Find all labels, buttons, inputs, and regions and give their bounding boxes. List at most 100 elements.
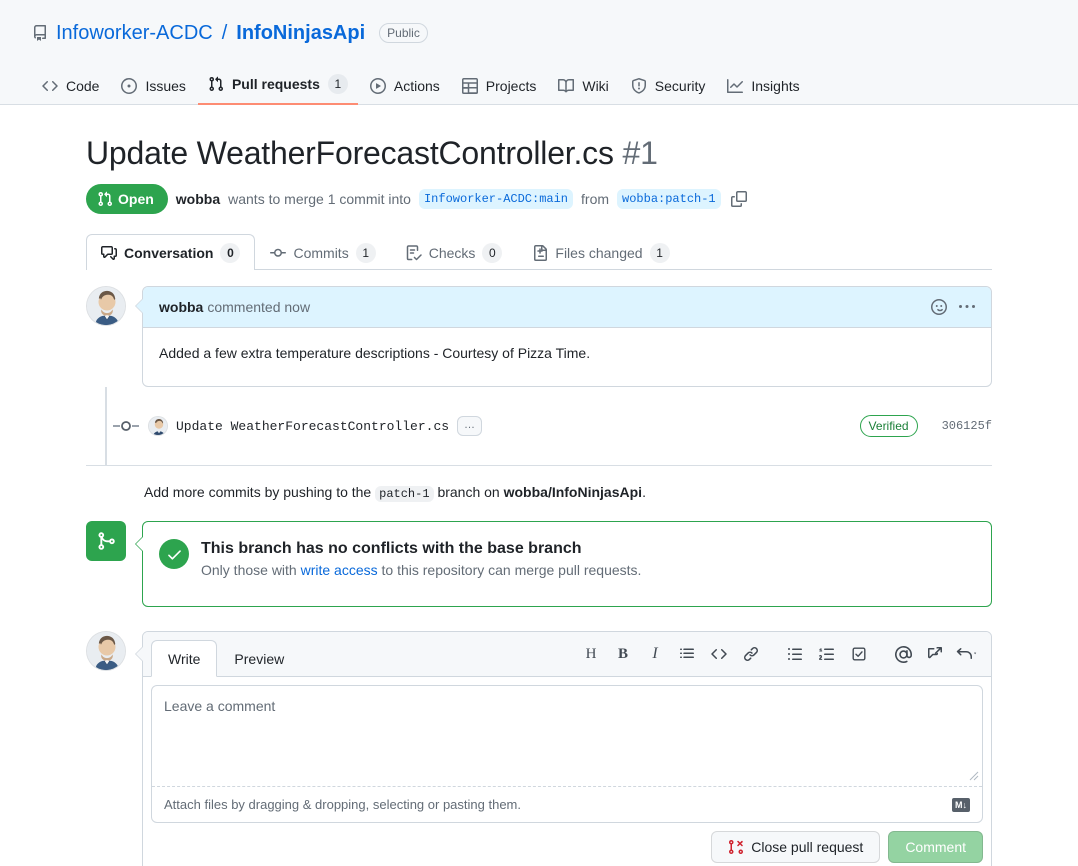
- task-list-icon[interactable]: [843, 640, 875, 668]
- link-icon[interactable]: [735, 640, 767, 668]
- heading-icon[interactable]: H: [575, 640, 607, 668]
- merge-status-section: This branch has no conflicts with the ba…: [86, 521, 992, 607]
- comment-header-actions: [931, 299, 975, 315]
- saved-reply-icon[interactable]: [951, 640, 983, 668]
- merge-status-subtitle: Only those with write access to this rep…: [201, 562, 641, 578]
- pr-title-section: Update WeatherForecastController.cs #1: [86, 105, 992, 173]
- tab-checks[interactable]: Checks 0: [391, 234, 518, 270]
- comment-button[interactable]: Comment: [888, 831, 983, 863]
- hint-suffix: .: [642, 484, 646, 500]
- nav-item-pull-requests[interactable]: Pull requests 1: [197, 67, 358, 105]
- code-icon[interactable]: [703, 640, 735, 668]
- cross-reference-icon[interactable]: [919, 640, 951, 668]
- verified-badge[interactable]: Verified: [859, 415, 918, 437]
- comment-textarea-container: Leave a comment Attach files by dragging…: [151, 685, 983, 823]
- graph-icon: [727, 78, 744, 94]
- repo-header: Infoworker-ACDC / InfoNinjasApi Public C…: [0, 0, 1078, 105]
- commit-right-meta: Verified 306125f: [859, 415, 992, 437]
- nav-item-security[interactable]: Security: [621, 71, 716, 105]
- close-pull-request-label: Close pull request: [751, 839, 864, 855]
- commit-message-link[interactable]: Update WeatherForecastController.cs: [176, 419, 449, 434]
- git-pull-request-icon: [208, 76, 224, 92]
- nav-counter: 1: [327, 74, 348, 94]
- page-title: Update WeatherForecastController.cs #1: [86, 133, 992, 173]
- tab-label: Conversation: [124, 244, 214, 261]
- commit-row: Update WeatherForecastController.cs … Ve…: [106, 401, 992, 451]
- tab-commits[interactable]: Commits 1: [255, 234, 390, 270]
- unordered-list-icon[interactable]: [779, 640, 811, 668]
- merge-phrase-1: wants to merge 1 commit into: [228, 191, 411, 207]
- nav-label: Insights: [751, 78, 800, 94]
- repo-owner-link[interactable]: Infoworker-ACDC: [56, 21, 213, 45]
- comment-form-card: Write Preview H B I Leave a comment Atta…: [135, 631, 992, 866]
- ordered-list-icon[interactable]: [811, 640, 843, 668]
- copy-icon[interactable]: [730, 191, 747, 207]
- comment-header: wobba commented now: [143, 287, 991, 328]
- pr-meta: Open wobba wants to merge 1 commit into …: [86, 184, 992, 214]
- book-icon: [558, 78, 575, 94]
- nav-item-issues[interactable]: Issues: [111, 71, 195, 105]
- bold-icon[interactable]: B: [607, 640, 639, 668]
- resize-handle[interactable]: [969, 771, 979, 784]
- nav-label: Security: [654, 78, 706, 94]
- quote-icon[interactable]: [671, 640, 703, 668]
- comment-discussion-icon: [101, 245, 117, 261]
- issue-opened-icon: [121, 78, 138, 94]
- tab-label: Commits: [293, 244, 349, 261]
- head-branch-pill[interactable]: wobba:patch-1: [617, 189, 721, 209]
- mention-icon[interactable]: [887, 640, 919, 668]
- attach-files-bar[interactable]: Attach files by dragging & dropping, sel…: [152, 786, 982, 822]
- tab-preview[interactable]: Preview: [217, 640, 301, 677]
- shield-icon: [631, 78, 647, 94]
- hint-branch: patch-1: [375, 486, 434, 502]
- repo-navigation: Code Issues Pull requests 1 Actions Proj…: [0, 56, 810, 105]
- close-pull-request-button[interactable]: Close pull request: [711, 831, 881, 863]
- base-branch-pill[interactable]: Infoworker-ACDC:main: [418, 189, 574, 209]
- pr-author[interactable]: wobba: [176, 191, 220, 207]
- merge-sub-suffix: to this repository can merge pull reques…: [381, 561, 642, 578]
- avatar[interactable]: [86, 631, 126, 671]
- write-access-link[interactable]: write access: [301, 562, 378, 578]
- git-commit-icon: [270, 245, 287, 261]
- git-pull-request-icon: [97, 191, 113, 207]
- nav-label: Wiki: [582, 78, 609, 94]
- git-pull-request-closed-icon: [728, 839, 744, 855]
- comment-row: wobba commented now Added a few extra te…: [86, 286, 992, 387]
- comment-body: Added a few extra temperature descriptio…: [159, 345, 591, 361]
- check-icon: [159, 539, 189, 569]
- play-icon: [369, 78, 386, 94]
- pull-request-page: Infoworker-ACDC / InfoNinjasApi Public C…: [0, 0, 1078, 866]
- nav-item-code[interactable]: Code: [32, 71, 109, 105]
- commit-author-avatar[interactable]: [148, 416, 168, 436]
- tab-write[interactable]: Write: [151, 640, 218, 677]
- nav-label: Actions: [393, 78, 440, 94]
- nav-item-projects[interactable]: Projects: [452, 71, 547, 105]
- markdown-icon[interactable]: M↓: [952, 797, 970, 812]
- nav-item-actions[interactable]: Actions: [360, 71, 450, 105]
- italic-icon[interactable]: I: [639, 640, 671, 668]
- comment-author[interactable]: wobba: [159, 299, 203, 315]
- tab-files-changed[interactable]: Files changed 1: [517, 234, 684, 270]
- avatar[interactable]: [86, 286, 126, 326]
- markdown-toolbar: H B I: [575, 640, 983, 676]
- nav-item-insights[interactable]: Insights: [717, 71, 809, 105]
- repo-name-link[interactable]: InfoNinjasApi: [236, 21, 365, 45]
- tab-counter: 1: [649, 242, 670, 263]
- code-icon: [42, 78, 58, 94]
- add-more-commits-hint: Add more commits by pushing to the patch…: [86, 465, 992, 502]
- tab-conversation[interactable]: Conversation 0: [86, 234, 256, 270]
- comment-timestamp: commented now: [207, 299, 311, 315]
- comment-textarea[interactable]: Leave a comment: [152, 686, 982, 786]
- breadcrumb: Infoworker-ACDC / InfoNinjasApi Public: [0, 16, 1078, 50]
- hint-middle: branch on: [437, 484, 500, 500]
- commit-sha[interactable]: 306125f: [942, 419, 992, 433]
- nav-label: Issues: [145, 78, 186, 94]
- commit-expand-button[interactable]: …: [457, 416, 483, 436]
- tab-counter: 0: [482, 242, 503, 263]
- smiley-icon[interactable]: [931, 299, 947, 315]
- nav-label: Pull requests: [231, 76, 320, 92]
- merge-status-row: This branch has no conflicts with the ba…: [159, 538, 975, 578]
- kebab-horizontal-icon[interactable]: [959, 299, 975, 315]
- repo-icon: [32, 25, 48, 41]
- nav-item-wiki[interactable]: Wiki: [548, 71, 618, 105]
